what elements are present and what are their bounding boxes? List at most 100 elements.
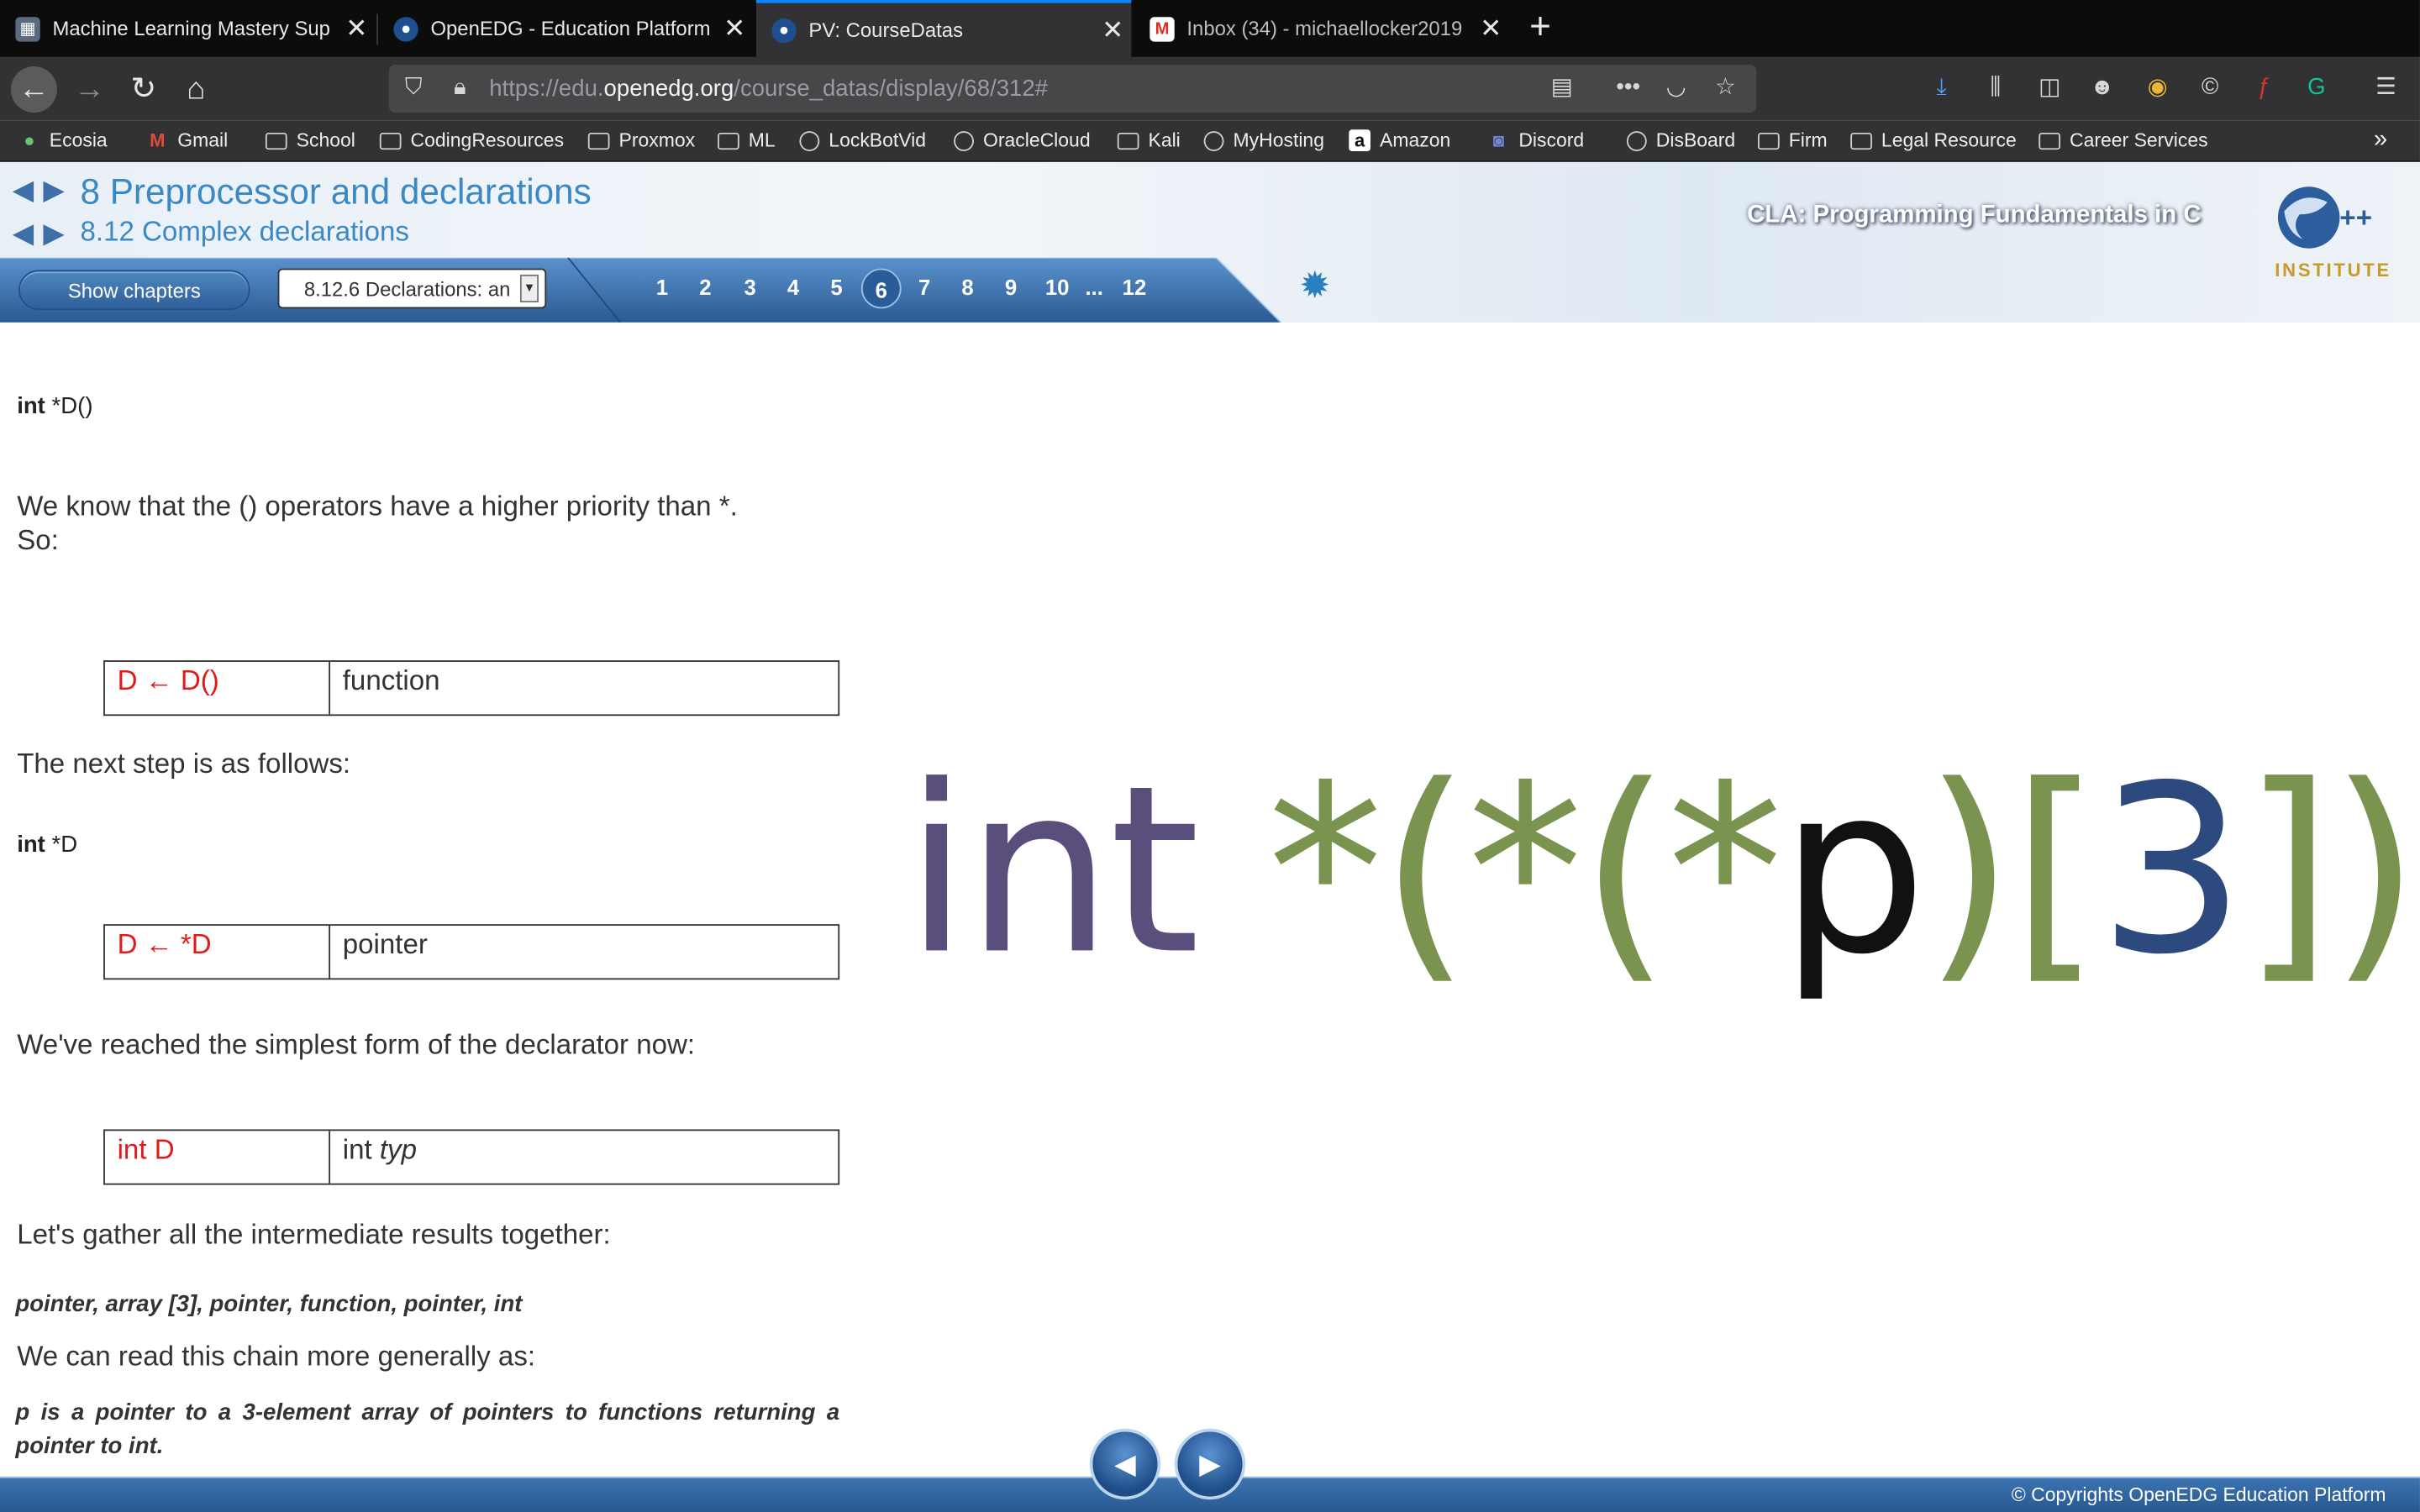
downloads-icon[interactable]: ⤓: [1926, 72, 1957, 103]
page-link-5[interactable]: 5: [821, 275, 852, 299]
dropdown-arrow-icon[interactable]: ▼: [519, 274, 539, 302]
page-link-3[interactable]: 3: [734, 275, 765, 299]
bookmark-item[interactable]: Firm: [1758, 127, 1828, 155]
gmail-favicon-icon: M: [1150, 16, 1175, 41]
section-select-value: 8.12.6 Declarations: an: [303, 277, 511, 302]
bookmark-item[interactable]: Proxmox: [587, 127, 695, 155]
shield-icon[interactable]: ⛉: [398, 72, 429, 103]
page-link-1[interactable]: 1: [647, 275, 678, 299]
extension-mask-icon[interactable]: ☻: [2086, 72, 2118, 103]
bookmark-item[interactable]: OracleCloud: [952, 127, 1091, 155]
extension-chrome-icon[interactable]: ◉: [2142, 72, 2173, 103]
section-title: 8.12 Complex declarations: [80, 216, 409, 247]
close-tab-icon[interactable]: ✕: [716, 13, 753, 45]
address-bar[interactable]: ⛉ 🔒︎ https://edu.openedg.org/course_data…: [388, 65, 1757, 113]
globe-icon: [798, 129, 820, 151]
reader-view-icon[interactable]: ▤: [1546, 72, 1577, 103]
bug-report-icon[interactable]: ✹: [1293, 265, 1336, 308]
decl-type-int: int: [904, 737, 1200, 1006]
bookmark-item[interactable]: LockBotVid: [798, 127, 926, 155]
tab-gmail-inbox[interactable]: M Inbox (34) - michaellocker2019 ✕: [1134, 0, 1509, 57]
grammarly-icon[interactable]: G: [2302, 72, 2333, 103]
table-cell-right: function: [342, 664, 440, 696]
home-icon[interactable]: ⌂: [173, 66, 219, 113]
bookmark-item[interactable]: M Gmail: [146, 127, 228, 155]
chapter-next-chevron-icon[interactable]: ▶: [43, 175, 64, 207]
institute-label: INSTITUTE: [2275, 259, 2391, 281]
section-next-chevron-icon[interactable]: ▶: [43, 218, 64, 250]
bookmark-item[interactable]: MyHosting: [1202, 127, 1324, 155]
section-select-dropdown[interactable]: 8.12.6 Declarations: an ▼: [277, 268, 547, 309]
pocket-icon[interactable]: ◡: [1660, 72, 1691, 103]
tab-title: PV: CourseDatas: [808, 18, 964, 42]
page-link-12[interactable]: 12: [1116, 275, 1153, 299]
reload-icon[interactable]: ↻: [120, 66, 166, 113]
bookmark-item[interactable]: a Amazon: [1349, 127, 1450, 155]
paragraph-priority: We know that the () operators have a hig…: [17, 491, 738, 522]
back-arrow-icon[interactable]: ←: [10, 66, 57, 113]
new-tab-plus-icon[interactable]: +: [1522, 7, 1559, 48]
lock-icon[interactable]: 🔒︎: [445, 72, 476, 103]
close-tab-icon[interactable]: ✕: [1094, 14, 1131, 45]
close-tab-icon[interactable]: ✕: [1472, 13, 1509, 45]
ecosia-icon: ●: [24, 129, 35, 151]
browser-tab-strip: ▦ Machine Learning Mastery Sup ✕ ● OpenE…: [0, 0, 2420, 57]
bookmarks-overflow-chevron-icon[interactable]: »: [2374, 127, 2387, 155]
bookmark-item[interactable]: DisBoard: [1625, 127, 1735, 155]
forward-arrow-icon[interactable]: →: [66, 66, 113, 113]
globe-icon: [952, 129, 974, 151]
previous-page-button[interactable]: ◀: [1089, 1428, 1161, 1500]
section-prev-chevron-icon[interactable]: ◀: [13, 218, 34, 250]
bookmark-item[interactable]: ◙ Discord: [1488, 127, 1584, 155]
bookmark-star-icon[interactable]: ☆: [1710, 72, 1741, 103]
page-link-4[interactable]: 4: [778, 275, 809, 299]
bookmark-item[interactable]: School: [265, 127, 355, 155]
decl-operators-close: ])();: [2242, 737, 2420, 1006]
declaration-illustration: int *(*(*p)[3])();: [904, 738, 2420, 1031]
url-text[interactable]: https://edu.openedg.org/course_datas/dis…: [489, 76, 1048, 102]
code-int-star-d: int *D: [17, 831, 78, 858]
page-link-9[interactable]: 9: [996, 275, 1027, 299]
bookmark-item[interactable]: Legal Resource: [1850, 127, 2017, 155]
folder-icon: [718, 129, 739, 151]
paragraph-gather-results: Let's gather all the intermediate result…: [17, 1218, 611, 1250]
tab-machine-learning-mastery[interactable]: ▦ Machine Learning Mastery Sup ✕: [0, 0, 375, 57]
extension-c-icon[interactable]: ©: [2195, 72, 2226, 103]
svg-text:++: ++: [2339, 202, 2372, 234]
page-link-2[interactable]: 2: [690, 275, 721, 299]
tab-title: Machine Learning Mastery Sup: [52, 17, 330, 40]
page-link-8[interactable]: 8: [952, 275, 983, 299]
chapter-prev-chevron-icon[interactable]: ◀: [13, 175, 34, 207]
hamburger-menu-icon[interactable]: ☰: [2370, 72, 2402, 103]
mlm-favicon-icon: ▦: [15, 16, 40, 41]
table-int-step: int D int typ: [103, 1129, 840, 1185]
tab-title: OpenEDG - Education Platform: [430, 17, 711, 40]
globe-icon: [1202, 129, 1224, 151]
course-name: CLA: Programming Fundamentals in C: [1747, 202, 2202, 228]
library-icon[interactable]: ⫼: [1980, 72, 2011, 103]
amazon-icon: a: [1349, 129, 1370, 151]
openedg-favicon-icon: ●: [771, 18, 797, 43]
page-link-10[interactable]: 10: [1039, 275, 1076, 299]
bookmark-item[interactable]: ● Ecosia: [18, 127, 108, 155]
table-cell-left: int D: [105, 1131, 331, 1184]
paragraph-so: So:: [17, 524, 59, 556]
tab-coursedatas[interactable]: ● PV: CourseDatas ✕: [755, 0, 1132, 57]
close-tab-icon[interactable]: ✕: [338, 13, 375, 45]
bookmark-item[interactable]: Kali: [1117, 127, 1181, 155]
bookmark-item[interactable]: ML: [718, 127, 776, 155]
bookmark-item[interactable]: Career Services: [2039, 127, 2208, 155]
next-page-button[interactable]: ▶: [1174, 1428, 1246, 1500]
page-actions-icon[interactable]: •••: [1612, 72, 1644, 103]
flash-icon[interactable]: ƒ: [2249, 72, 2280, 103]
show-chapters-button[interactable]: Show chapters: [18, 270, 250, 311]
bookmark-item[interactable]: CodingResources: [379, 127, 564, 155]
page-link-7[interactable]: 7: [909, 275, 940, 299]
intermediate-results-chain: pointer, array [3], pointer, function, p…: [15, 1291, 523, 1318]
page-ellipsis: ...: [1085, 274, 1103, 300]
tab-openedg-platform[interactable]: ● OpenEDG - Education Platform ✕: [378, 0, 753, 57]
chapter-title: 8 Preprocessor and declarations: [80, 171, 592, 212]
page-link-6-current[interactable]: 6: [860, 268, 902, 309]
paragraph-next-step: The next step is as follows:: [17, 748, 351, 780]
sidebar-icon[interactable]: ◫: [2034, 72, 2065, 103]
